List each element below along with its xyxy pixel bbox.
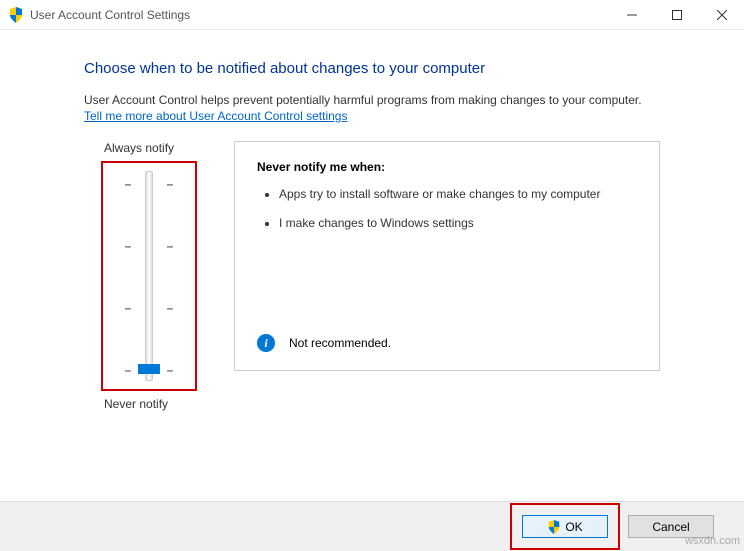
window-title: User Account Control Settings <box>30 8 609 22</box>
recommendation-text: Not recommended. <box>289 336 391 350</box>
slider-highlight-box: –– –– –– –– <box>101 161 197 391</box>
list-item: I make changes to Windows settings <box>279 215 637 232</box>
slider-top-label: Always notify <box>84 141 214 155</box>
ok-label: OK <box>565 520 582 534</box>
slider-column: Always notify –– –– –– –– Never notify <box>84 141 214 411</box>
ok-highlight-box: OK <box>510 503 620 550</box>
help-link[interactable]: Tell me more about User Account Control … <box>84 109 347 123</box>
slider-tick: –– <box>124 302 174 314</box>
uac-shield-icon <box>8 7 24 23</box>
titlebar: User Account Control Settings <box>0 0 744 30</box>
watermark: wsxdn.com <box>685 535 740 547</box>
panel-title: Never notify me when: <box>257 160 637 174</box>
info-icon: i <box>257 334 275 352</box>
close-button[interactable] <box>699 0 744 29</box>
maximize-button[interactable] <box>654 0 699 29</box>
slider-track[interactable]: –– –– –– –– <box>145 171 153 381</box>
button-bar: OK Cancel <box>0 501 744 551</box>
ok-button[interactable]: OK <box>522 515 608 538</box>
slider-thumb[interactable] <box>138 364 160 374</box>
body-area: Always notify –– –– –– –– Never notify N… <box>84 141 660 411</box>
slider-bottom-label: Never notify <box>84 397 214 411</box>
minimize-button[interactable] <box>609 0 654 29</box>
description-text: User Account Control helps prevent poten… <box>84 93 660 107</box>
uac-shield-icon <box>547 520 561 534</box>
panel-footer: i Not recommended. <box>257 334 391 352</box>
slider-tick: –– <box>124 240 174 252</box>
page-heading: Choose when to be notified about changes… <box>84 60 660 77</box>
list-item: Apps try to install software or make cha… <box>279 186 637 203</box>
content-area: Choose when to be notified about changes… <box>0 30 744 411</box>
window-controls <box>609 0 744 29</box>
notification-info-panel: Never notify me when: Apps try to instal… <box>234 141 660 371</box>
slider-tick: –– <box>124 178 174 190</box>
panel-bullet-list: Apps try to install software or make cha… <box>257 186 637 232</box>
